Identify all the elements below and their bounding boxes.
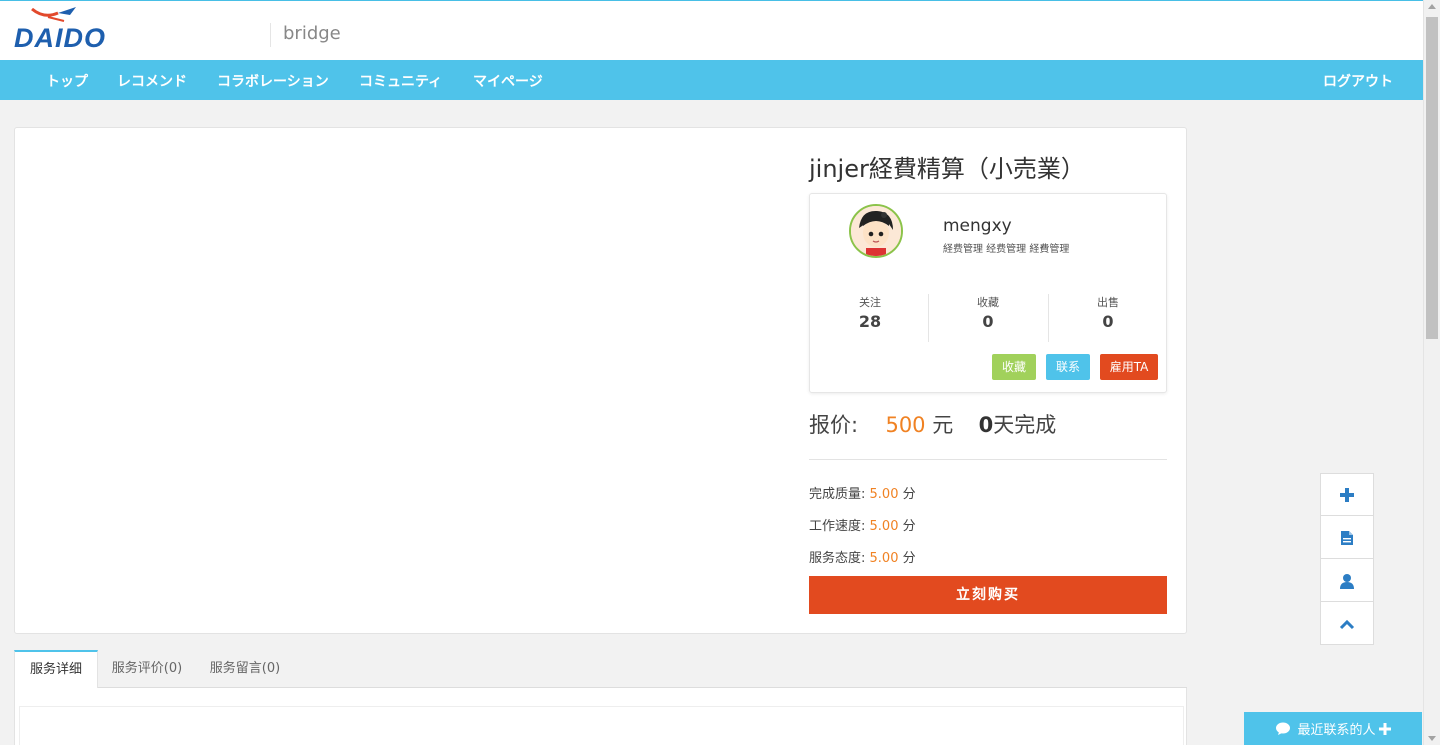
seller-tags: 経费管理 经费管理 経費管理 [943, 244, 1070, 255]
site-header: DAIDO bridge [0, 1, 1423, 60]
service-detail-content [19, 706, 1184, 745]
profile-button[interactable] [1321, 560, 1373, 602]
service-tabs: 服务详细 服务评价(0) 服务留言(0) [14, 650, 1187, 689]
rating-score: 5.00 [869, 487, 899, 502]
rating-unit: 分 [902, 551, 916, 566]
rating-label: 完成质量: [809, 487, 866, 502]
price-unit: 元 [932, 413, 954, 437]
seller-name[interactable]: mengxy [943, 216, 1012, 236]
main-nav: トップ レコメンド コラボレーション コミュニティ マイページ ログアウト [0, 60, 1423, 100]
scroll-thumb[interactable] [1426, 17, 1438, 339]
logo-swoosh-icon [31, 7, 76, 22]
rating-unit: 分 [902, 487, 916, 502]
rating-score: 5.00 [869, 551, 899, 566]
chevron-up-icon [1339, 619, 1355, 630]
user-icon [1340, 573, 1354, 589]
logo-text: DAIDO [14, 23, 106, 53]
tab-service-reviews[interactable]: 服务评价(0) [102, 650, 192, 688]
add-button[interactable] [1321, 474, 1373, 516]
nav-item-mypage[interactable]: マイページ [473, 71, 543, 91]
document-button[interactable] [1321, 517, 1373, 559]
plus-icon [1340, 487, 1354, 502]
price-label: 报价: [809, 413, 859, 437]
avatar-icon [851, 206, 901, 256]
seller-avatar[interactable] [849, 204, 903, 258]
delivery-days-suffix: 天完成 [993, 413, 1057, 437]
buy-now-button[interactable]: 立刻购买 [809, 576, 1167, 614]
stat-value: 28 [858, 312, 882, 331]
price-amount: 500 [885, 413, 926, 437]
rating-unit: 分 [902, 519, 916, 534]
stat-value: 0 [1102, 312, 1114, 331]
tab-service-detail[interactable]: 服务详细 [14, 650, 98, 689]
recent-contacts-bar[interactable]: 最近联系的人 [1244, 712, 1422, 745]
delivery-days: 0 [978, 413, 994, 437]
rating-quality: 完成质量: 5.00 分 [809, 483, 916, 502]
contact-button[interactable]: 联系 [1046, 354, 1090, 380]
hire-button[interactable]: 雇用TA [1100, 354, 1158, 380]
rating-speed: 工作速度: 5.00 分 [809, 515, 916, 534]
nav-item-top[interactable]: トップ [46, 71, 88, 91]
rating-score: 5.00 [869, 519, 899, 534]
service-title: jinjer経費精算（小売業） [809, 155, 1085, 183]
nav-item-collaboration[interactable]: コラボレーション [217, 71, 329, 91]
plus-icon [1378, 722, 1391, 735]
tab-service-messages[interactable]: 服务留言(0) [200, 650, 290, 688]
price-divider [809, 459, 1167, 460]
logout-link[interactable]: ログアウト [1323, 71, 1393, 91]
chat-bubble-icon [1276, 722, 1291, 735]
header-divider [270, 23, 271, 47]
stat-favorites: 收藏 0 [928, 294, 1048, 331]
scroll-down-arrow-icon[interactable] [1428, 736, 1436, 741]
seller-card: mengxy 経费管理 经费管理 経費管理 关注 28 收藏 0 出售 0 收藏… [809, 193, 1167, 393]
price-row: 报价: 500 元 0天完成 [809, 409, 1056, 439]
rating-label: 工作速度: [809, 519, 866, 534]
stat-value: 0 [982, 312, 994, 331]
side-toolbar [1320, 473, 1374, 645]
daido-logo[interactable]: DAIDO [14, 5, 118, 55]
rating-label: 服务态度: [809, 551, 866, 566]
back-to-top-button[interactable] [1321, 603, 1373, 645]
stat-label: 关注 [859, 296, 881, 309]
nav-item-community[interactable]: コミュニティ [359, 71, 442, 91]
tab-content-panel [14, 688, 1187, 745]
stat-label: 收藏 [977, 296, 999, 309]
document-icon [1341, 530, 1353, 545]
stat-label: 出售 [1097, 296, 1119, 309]
recent-contacts-label: 最近联系的人 [1297, 723, 1376, 738]
rating-attitude: 服务态度: 5.00 分 [809, 547, 916, 566]
nav-item-recommend[interactable]: レコメンド [117, 71, 187, 91]
stat-sales: 出售 0 [1048, 294, 1168, 331]
stat-follow: 关注 28 [810, 294, 930, 331]
favorite-button[interactable]: 收藏 [992, 354, 1036, 380]
vertical-scrollbar[interactable] [1423, 0, 1440, 745]
site-title: bridge [283, 23, 341, 44]
scroll-up-arrow-icon[interactable] [1428, 4, 1436, 9]
